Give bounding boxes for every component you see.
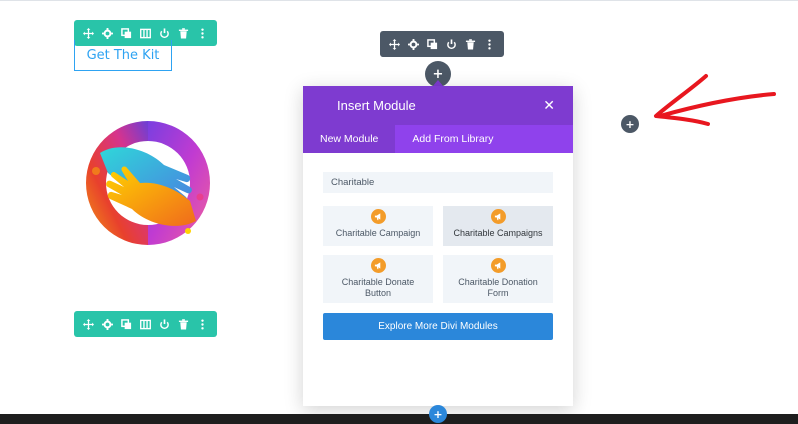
module-label: Charitable Campaign <box>335 228 421 238</box>
settings-icon[interactable] <box>404 31 423 57</box>
module-label: Charitable Campaigns <box>453 228 543 238</box>
save-icon[interactable] <box>442 31 461 57</box>
delete-icon[interactable] <box>461 31 480 57</box>
megaphone-icon <box>490 258 506 273</box>
columns-icon[interactable] <box>136 311 155 337</box>
more-icon[interactable] <box>193 311 212 337</box>
more-icon[interactable] <box>193 20 212 46</box>
close-icon[interactable]: ✕ <box>543 98 555 114</box>
divi-builder-canvas: Get The Kit + Insert Module ✕ New Module… <box>0 0 798 424</box>
charity-hands-logo <box>86 121 210 245</box>
save-icon[interactable] <box>155 311 174 337</box>
module-charitable-donate-button[interactable]: Charitable Donate Button <box>323 255 433 303</box>
module-search-input[interactable]: Charitable <box>323 172 553 193</box>
module-charitable-donation-form[interactable]: Charitable Donation Form <box>443 255 553 303</box>
delete-icon[interactable] <box>174 20 193 46</box>
settings-icon[interactable] <box>98 311 117 337</box>
move-icon[interactable] <box>385 31 404 57</box>
module-label: Charitable Donate Button <box>341 277 415 298</box>
duplicate-icon[interactable] <box>423 31 442 57</box>
module-toolbar-bottom <box>74 311 217 337</box>
explore-more-modules-button[interactable]: Explore More Divi Modules <box>323 313 553 340</box>
move-icon[interactable] <box>79 311 98 337</box>
red-arrow-annotation <box>654 74 776 126</box>
get-the-kit-button[interactable]: Get The Kit <box>74 40 172 71</box>
duplicate-icon[interactable] <box>117 311 136 337</box>
delete-icon[interactable] <box>174 311 193 337</box>
megaphone-icon <box>370 209 386 224</box>
top-border <box>0 0 798 1</box>
add-section-button[interactable]: + <box>429 405 447 423</box>
megaphone-icon <box>370 258 386 273</box>
module-label: Charitable Donation Form <box>458 277 538 298</box>
insert-module-modal: Insert Module ✕ New Module Add From Libr… <box>303 86 573 406</box>
modal-tabs: New Module Add From Library <box>303 125 573 153</box>
tab-new-module[interactable]: New Module <box>303 125 396 153</box>
section-bottom-bar <box>0 414 798 424</box>
modal-header: Insert Module ✕ <box>303 86 573 125</box>
module-charitable-campaign[interactable]: Charitable Campaign <box>323 206 433 246</box>
tab-add-from-library[interactable]: Add From Library <box>395 125 510 153</box>
module-charitable-campaigns[interactable]: Charitable Campaigns <box>443 206 553 246</box>
add-module-button-right[interactable]: + <box>621 115 639 133</box>
column-toolbar <box>380 31 504 57</box>
more-icon[interactable] <box>480 31 499 57</box>
modal-title: Insert Module <box>337 98 416 113</box>
module-grid: Charitable Campaign Charitable Campaigns… <box>323 206 553 303</box>
megaphone-icon <box>490 209 506 224</box>
